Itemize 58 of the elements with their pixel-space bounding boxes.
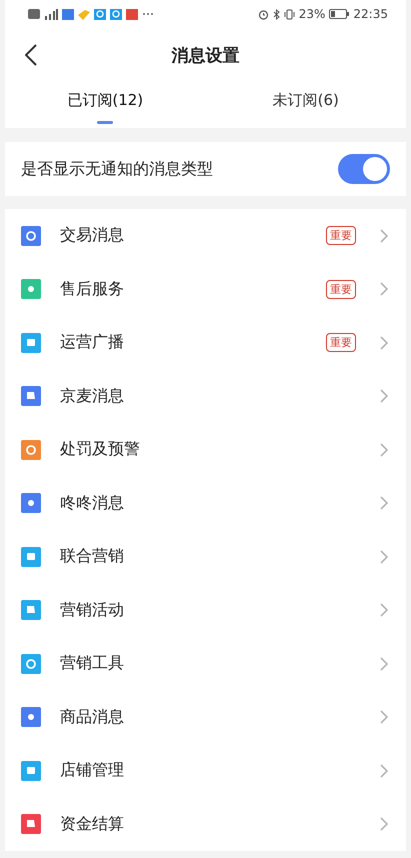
more-icon: [142, 12, 154, 16]
message-type-item[interactable]: 商品消息: [5, 690, 406, 744]
chevron-right-icon: [380, 282, 388, 296]
message-type-item[interactable]: 店铺管理: [5, 744, 406, 798]
message-type-item[interactable]: 交易消息 重要: [5, 209, 406, 262]
tab[interactable]: 未订阅(6): [206, 83, 406, 128]
page-title: 消息设置: [172, 45, 240, 67]
chevron-right-icon: [380, 389, 388, 404]
signal-icon: [44, 8, 58, 20]
item-label: 处罚及预警: [60, 439, 141, 460]
clock-time: 22:35: [353, 7, 388, 21]
chevron-right-icon: [380, 496, 388, 510]
battery-percent: 23%: [298, 7, 326, 21]
chevron-right-icon: [380, 228, 388, 243]
chevron-right-icon: [380, 764, 388, 778]
item-label: 联合营销: [60, 546, 125, 568]
message-type-item[interactable]: 处罚及预警: [5, 423, 406, 476]
back-button[interactable]: [25, 44, 37, 66]
item-label: 交易消息: [60, 225, 125, 246]
toggle-switch[interactable]: [338, 154, 390, 184]
important-tag: 重要: [326, 280, 356, 299]
battery-icon: [329, 9, 350, 19]
app-notification-icon: [78, 8, 90, 20]
item-label: 营销工具: [60, 653, 125, 674]
item-label: 商品消息: [60, 706, 125, 728]
chevron-right-icon: [380, 603, 388, 618]
item-label: 运营广播: [60, 332, 125, 354]
message-type-item[interactable]: 营销活动: [5, 584, 406, 637]
bluetooth-icon: [272, 8, 280, 20]
chevron-right-icon: [380, 336, 388, 350]
message-type-item[interactable]: 咚咚消息: [5, 476, 406, 530]
chevron-right-icon: [380, 710, 388, 724]
message-type-item[interactable]: 运营广播 重要: [5, 316, 406, 370]
message-type-item[interactable]: 联合营销: [5, 530, 406, 584]
app-notification-icon: [110, 8, 122, 20]
item-label: 资金结算: [60, 814, 125, 835]
app-notification-icon: [126, 8, 138, 20]
important-tag: 重要: [326, 226, 356, 246]
message-type-item[interactable]: 京麦消息: [5, 370, 406, 423]
tab[interactable]: 已订阅(12): [5, 83, 206, 128]
item-label: 店铺管理: [60, 760, 125, 782]
item-label: 咚咚消息: [60, 492, 125, 514]
app-notification-icon: [62, 8, 74, 20]
chevron-right-icon: [380, 442, 388, 457]
item-label: 售后服务: [60, 278, 125, 300]
message-type-item[interactable]: 营销工具: [5, 637, 406, 690]
chevron-right-icon: [380, 550, 388, 564]
chevron-right-icon: [380, 656, 388, 671]
item-label: 营销活动: [60, 600, 125, 621]
vibrate-icon: [284, 8, 295, 20]
important-tag: 重要: [326, 333, 356, 352]
app-notification-icon: [94, 8, 106, 20]
message-type-item[interactable]: 售后服务 重要: [5, 262, 406, 316]
item-label: 京麦消息: [60, 386, 125, 407]
setting-label: 是否显示无通知的消息类型: [21, 158, 213, 180]
message-type-item[interactable]: 资金结算: [5, 798, 406, 851]
chevron-right-icon: [380, 817, 388, 832]
alarm-icon: [258, 8, 269, 20]
